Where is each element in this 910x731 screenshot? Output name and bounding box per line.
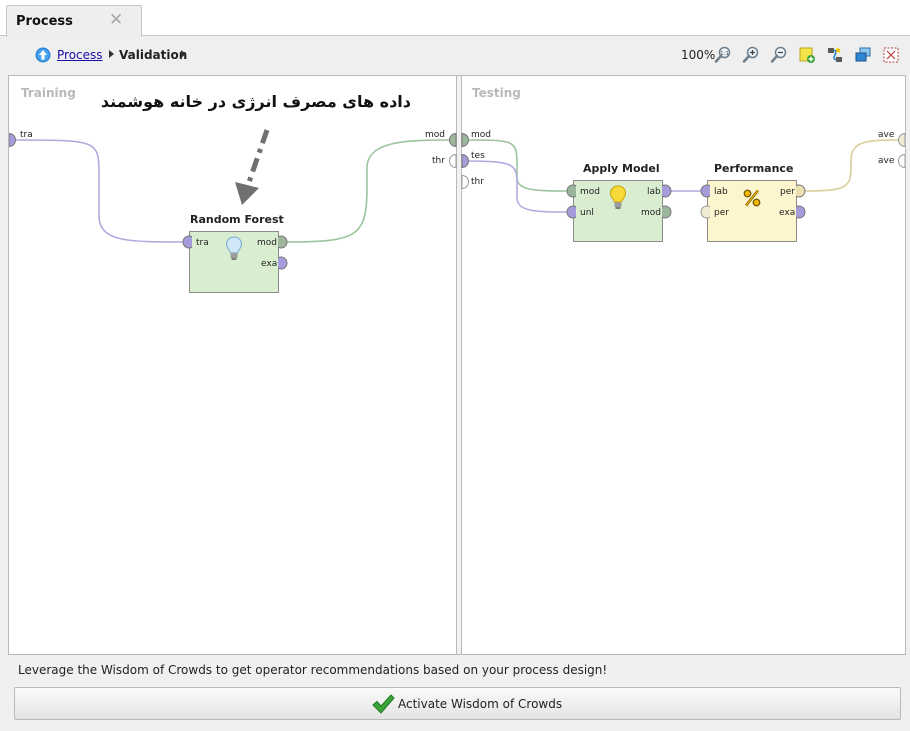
- tab-process[interactable]: Process ✕: [6, 5, 142, 37]
- lightbulb-icon: [225, 236, 243, 260]
- operator-performance[interactable]: lab per per exa: [707, 180, 797, 242]
- testing-output-label-ave-2: ave: [878, 156, 895, 166]
- performance-input-port-per[interactable]: [700, 205, 710, 219]
- operator-random-forest[interactable]: tra mod exa: [189, 231, 279, 293]
- activate-wisdom-of-crowds-button[interactable]: Activate Wisdom of Crowds: [14, 687, 901, 720]
- svg-text:1:1: 1:1: [720, 51, 729, 57]
- process-toolbar: Process Validation 100% 1:1: [0, 37, 910, 75]
- training-output-port-mod[interactable]: [449, 132, 457, 148]
- apply-model-output-port-lab[interactable]: [662, 184, 672, 198]
- testing-input-label-mod: mod: [471, 130, 491, 140]
- zoom-in-icon[interactable]: [742, 46, 760, 64]
- operator-title-random-forest: Random Forest: [190, 213, 284, 226]
- tab-title: Process: [16, 14, 73, 29]
- annotation-arrowhead: [235, 182, 259, 205]
- operator-apply-model[interactable]: mod unl lab mod: [573, 180, 663, 242]
- breadcrumb-validation: Validation: [119, 48, 188, 62]
- testing-output-port-ave-2[interactable]: [898, 153, 905, 169]
- wisdom-of-crowds-hint: Leverage the Wisdom of Crowds to get ope…: [18, 663, 608, 677]
- fit-view-icon[interactable]: [882, 46, 900, 64]
- add-note-icon[interactable]: [798, 46, 816, 64]
- training-input-label-tra: tra: [20, 130, 33, 140]
- apply-model-port-label-mod-out: mod: [641, 208, 661, 218]
- testing-input-label-tes: tes: [471, 151, 485, 161]
- operator-title-performance: Performance: [714, 162, 794, 175]
- performance-port-label-per-in: per: [714, 208, 729, 218]
- random-forest-output-port-exa[interactable]: [278, 256, 288, 270]
- lightbulb-icon: [609, 185, 627, 209]
- random-forest-output-port-mod[interactable]: [278, 235, 288, 249]
- performance-port-label-exa: exa: [779, 208, 796, 218]
- close-icon[interactable]: ✕: [109, 11, 123, 29]
- random-forest-port-label-mod: mod: [257, 238, 277, 248]
- random-forest-port-label-tra: tra: [196, 238, 209, 248]
- apply-model-port-label-lab: lab: [647, 187, 661, 197]
- breadcrumb-process-link[interactable]: Process: [57, 48, 103, 62]
- training-output-label-mod: mod: [425, 130, 445, 140]
- testing-input-port-tes[interactable]: [461, 153, 469, 169]
- apply-model-port-label-mod-in: mod: [580, 187, 600, 197]
- apply-model-input-port-mod[interactable]: [566, 184, 576, 198]
- training-output-port-thr[interactable]: [449, 153, 457, 169]
- annotation-note[interactable]: داده های مصرف انرژی در خانه هوشمند: [101, 92, 411, 111]
- testing-input-label-thr: thr: [471, 177, 484, 187]
- wire-training-tra[interactable]: [12, 139, 185, 243]
- operator-title-apply-model: Apply Model: [583, 162, 660, 175]
- zoom-reset-icon[interactable]: 1:1: [714, 46, 732, 64]
- activate-button-label: Activate Wisdom of Crowds: [398, 697, 563, 711]
- annotation-arrow: [244, 129, 270, 189]
- testing-input-port-thr[interactable]: [461, 174, 469, 190]
- random-forest-port-label-exa: exa: [261, 259, 278, 269]
- testing-input-port-mod[interactable]: [461, 132, 469, 148]
- arrange-icon[interactable]: [854, 46, 872, 64]
- breadcrumb-separator-icon: [109, 50, 114, 58]
- zoom-out-icon[interactable]: [770, 46, 788, 64]
- testing-output-label-ave-1: ave: [878, 130, 895, 140]
- training-output-label-thr: thr: [432, 156, 445, 166]
- zoom-level: 100%: [681, 48, 716, 62]
- process-canvas[interactable]: Training Testing tra mod thr mod tes thr…: [8, 75, 906, 655]
- apply-model-output-port-mod[interactable]: [662, 205, 672, 219]
- up-arrow-icon[interactable]: [35, 47, 51, 63]
- performance-input-port-lab[interactable]: [700, 184, 710, 198]
- performance-output-port-per[interactable]: [796, 184, 806, 198]
- performance-port-label-per-out: per: [780, 187, 795, 197]
- performance-port-label-lab: lab: [714, 187, 728, 197]
- tab-strip: Process ✕: [0, 0, 910, 37]
- apply-model-input-port-unl[interactable]: [566, 205, 576, 219]
- breadcrumb-expand-icon[interactable]: [181, 50, 186, 58]
- testing-output-port-ave-1[interactable]: [898, 132, 905, 148]
- performance-output-port-exa[interactable]: [796, 205, 806, 219]
- percent-icon: [743, 189, 761, 207]
- apply-model-port-label-unl: unl: [580, 208, 594, 218]
- wire-training-mod[interactable]: [286, 139, 454, 243]
- checkmark-icon: [372, 694, 395, 714]
- process-panel: Process ✕ Process Validation 100% 1:1 Tr…: [0, 0, 910, 731]
- training-input-port-tra[interactable]: [9, 132, 16, 148]
- auto-wire-icon[interactable]: [826, 46, 844, 64]
- random-forest-input-port-tra[interactable]: [182, 235, 192, 249]
